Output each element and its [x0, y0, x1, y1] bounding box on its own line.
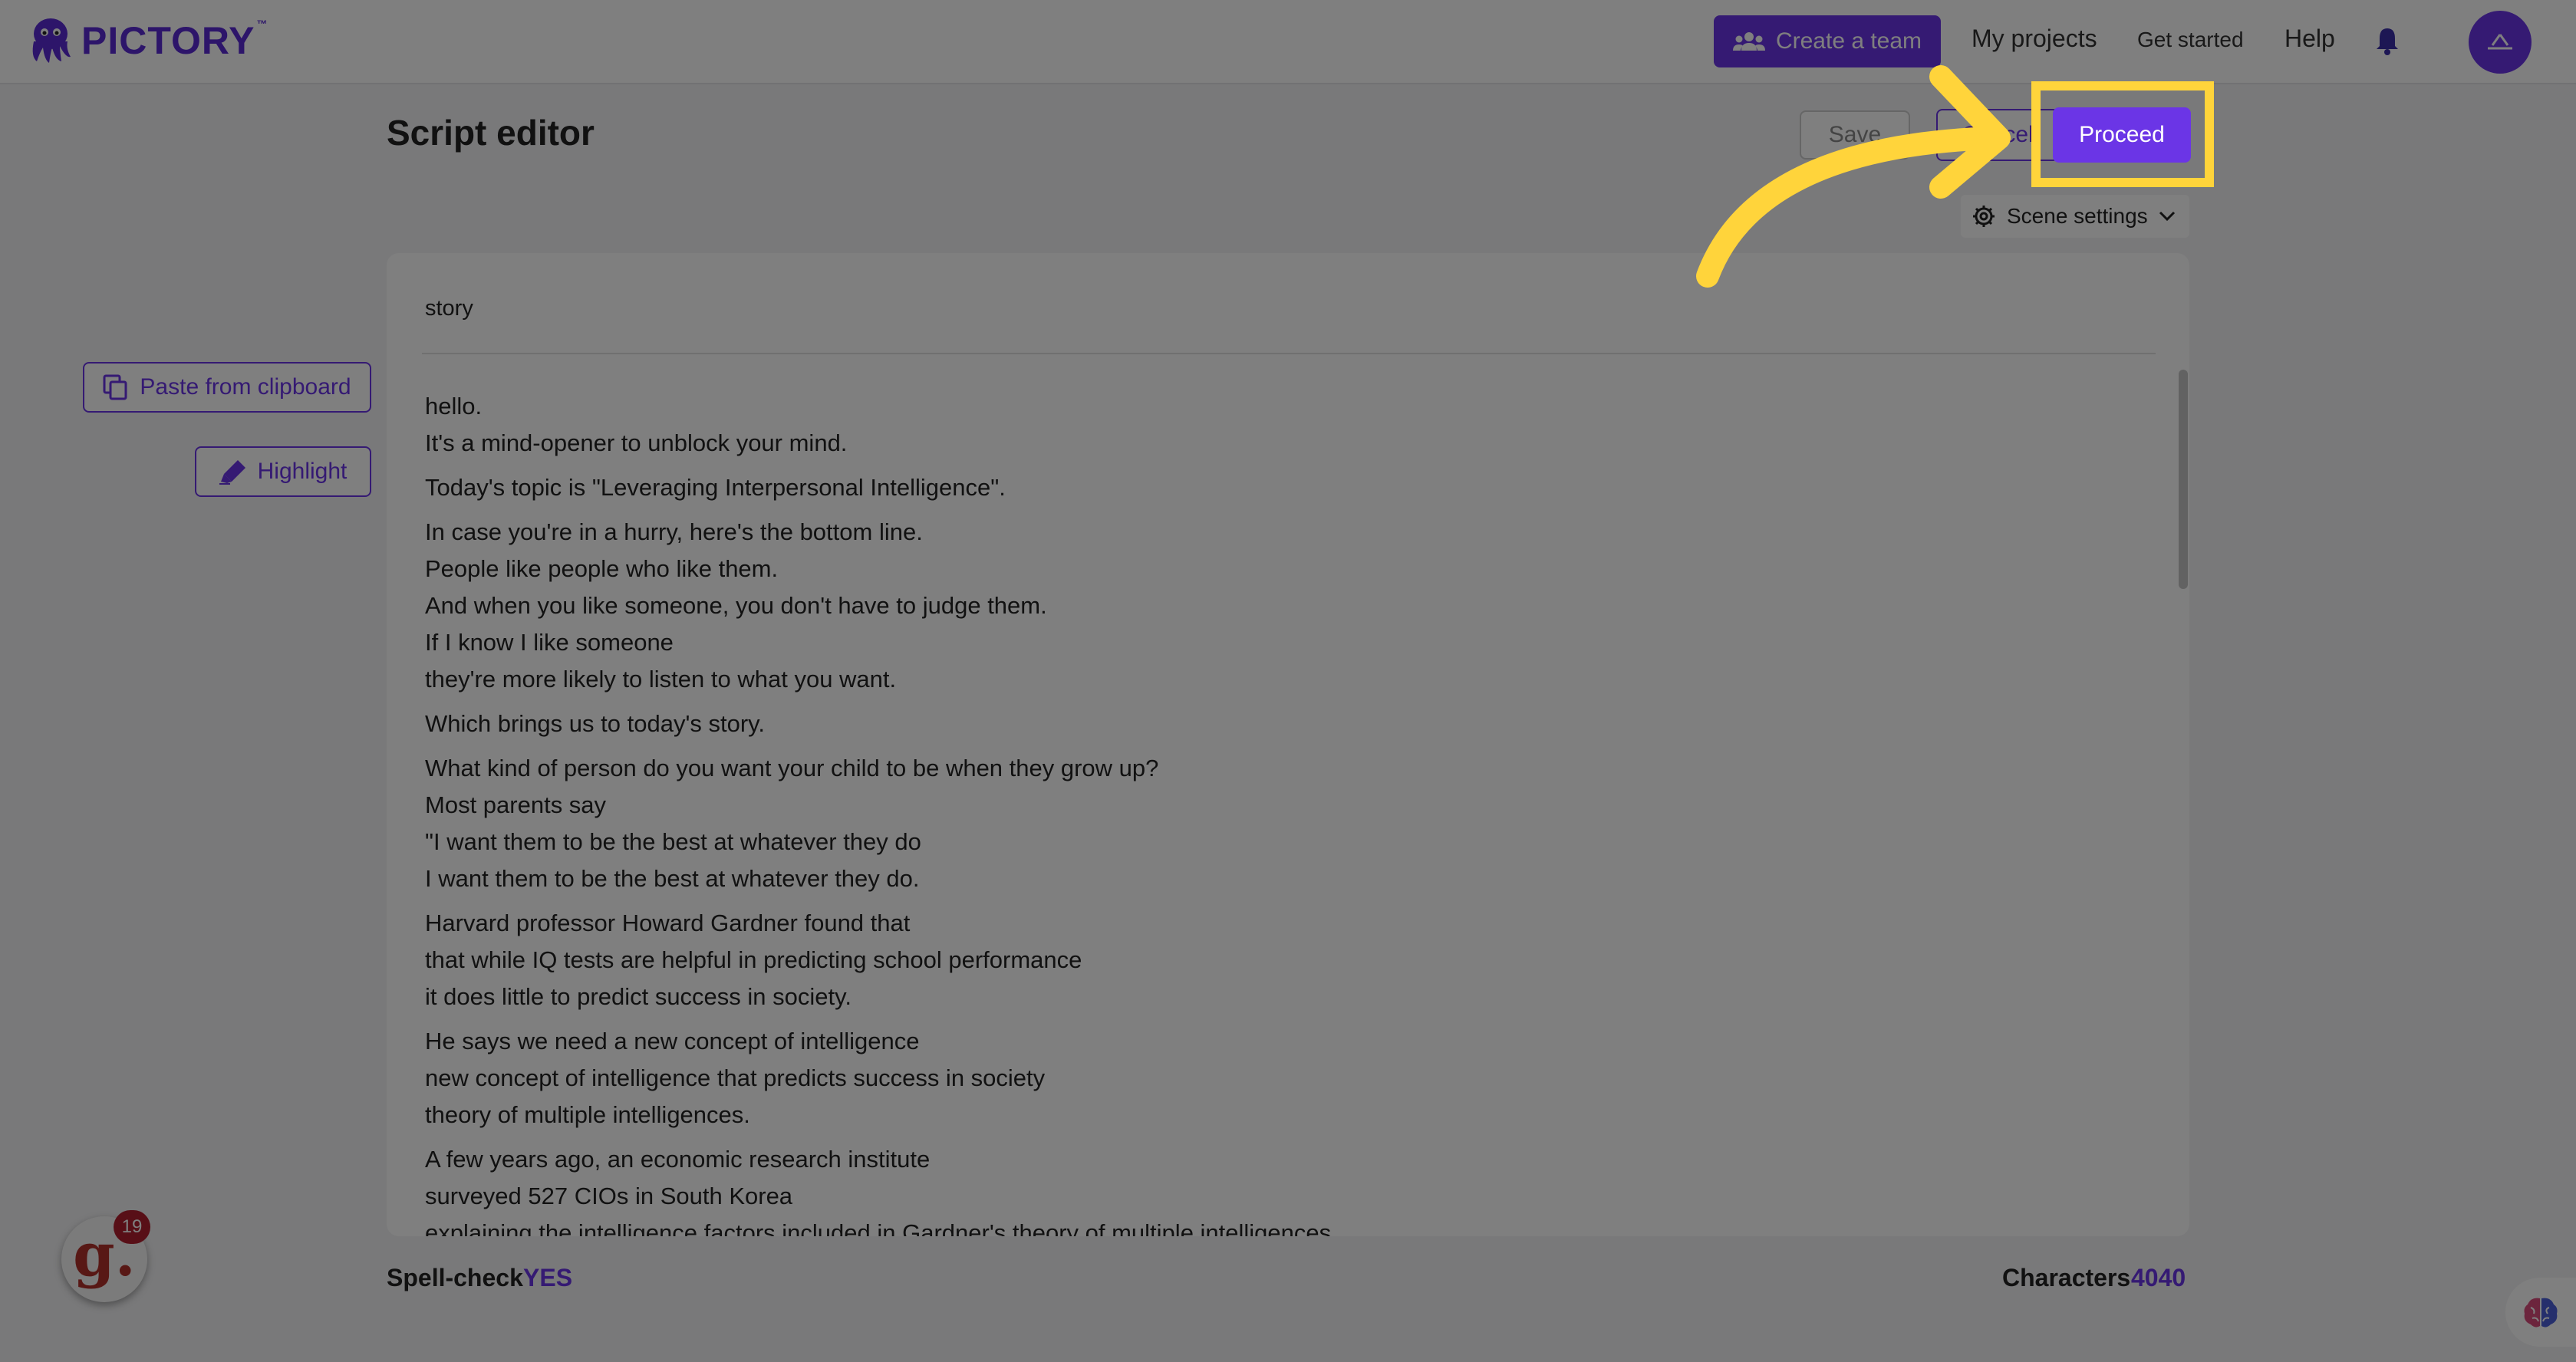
create-team-label: Create a team: [1775, 28, 1922, 54]
script-line[interactable]: If I know I like someone: [425, 624, 2113, 661]
scrollbar-thumb[interactable]: [2179, 370, 2188, 589]
notification-badge: 19: [114, 1210, 150, 1244]
script-paragraph[interactable]: He says we need a new concept of intelli…: [425, 1023, 2113, 1133]
script-line[interactable]: A few years ago, an economic research in…: [425, 1141, 2113, 1178]
script-paragraph[interactable]: A few years ago, an economic research in…: [425, 1141, 2113, 1236]
script-line[interactable]: Today's topic is "Leveraging Interperson…: [425, 469, 2113, 506]
avatar-icon: [2488, 34, 2512, 50]
cancel-button[interactable]: Cancel: [1936, 109, 2059, 161]
logo[interactable]: PICTORY ™: [26, 14, 267, 67]
script-line[interactable]: Harvard professor Howard Gardner found t…: [425, 905, 2113, 942]
script-line[interactable]: I want them to be the best at whatever t…: [425, 860, 2113, 897]
top-bar: PICTORY ™ Create a team My projects Get …: [0, 0, 2576, 84]
script-line[interactable]: new concept of intelligence that predict…: [425, 1060, 2113, 1097]
highlight-label: Highlight: [257, 459, 348, 484]
script-line[interactable]: In case you're in a hurry, here's the bo…: [425, 514, 2113, 551]
copy-icon: [103, 374, 127, 400]
script-paragraph[interactable]: Harvard professor Howard Gardner found t…: [425, 905, 2113, 1015]
brand-trademark: ™: [256, 18, 268, 30]
brain-icon: [2524, 1298, 2558, 1327]
team-icon: [1732, 32, 1765, 51]
highlight-button[interactable]: Highlight: [195, 446, 371, 497]
script-line[interactable]: hello.: [425, 388, 2113, 425]
script-line[interactable]: theory of multiple intelligences.: [425, 1097, 2113, 1133]
bell-icon[interactable]: [2375, 26, 2400, 55]
story-title[interactable]: story: [425, 296, 473, 321]
proceed-button-spotlight[interactable]: Proceed: [2053, 107, 2191, 163]
help-link[interactable]: Help: [2284, 25, 2335, 53]
chevron-down-icon: [2159, 211, 2175, 222]
script-line[interactable]: explaining the intelligence factors incl…: [425, 1215, 2113, 1236]
octopus-logo-icon: [32, 18, 71, 63]
characters-label: Characters: [2002, 1264, 2131, 1291]
highlighter-icon: [219, 460, 245, 485]
page-title: Script editor: [387, 113, 595, 153]
get-started-link[interactable]: Get started: [2137, 28, 2244, 52]
spell-check-label: Spell-check: [387, 1264, 523, 1291]
script-paragraph[interactable]: Which brings us to today's story.: [425, 706, 2113, 742]
brain-helper-tab[interactable]: [2505, 1278, 2576, 1347]
editor-divider: [422, 353, 2156, 354]
script-line[interactable]: surveyed 527 CIOs in South Korea: [425, 1178, 2113, 1215]
script-line[interactable]: they're more likely to listen to what yo…: [425, 661, 2113, 698]
script-paragraph[interactable]: In case you're in a hurry, here's the bo…: [425, 514, 2113, 698]
script-text-area[interactable]: hello. It's a mind-opener to unblock your…: [425, 388, 2113, 1236]
paste-label: Paste from clipboard: [140, 374, 351, 400]
my-projects-link[interactable]: My projects: [1972, 25, 2097, 53]
script-line[interactable]: And when you like someone, you don't hav…: [425, 587, 2113, 624]
scene-settings-dropdown[interactable]: Scene settings: [1961, 195, 2189, 238]
gear-icon: [1973, 206, 1995, 227]
characters-count: 4040: [2131, 1264, 2186, 1291]
script-paragraph[interactable]: hello. It's a mind-opener to unblock your…: [425, 388, 2113, 462]
spell-check-toggle[interactable]: YES: [523, 1264, 572, 1292]
scene-settings-label: Scene settings: [2007, 204, 2148, 228]
script-line[interactable]: "I want them to be the best at whatever …: [425, 824, 2113, 860]
script-line[interactable]: Most parents say: [425, 787, 2113, 824]
script-line[interactable]: What kind of person do you want your chi…: [425, 750, 2113, 787]
script-line[interactable]: it does little to predict success in soc…: [425, 979, 2113, 1015]
brand-name: PICTORY: [81, 19, 255, 62]
script-line[interactable]: He says we need a new concept of intelli…: [425, 1023, 2113, 1060]
script-paragraph[interactable]: Today's topic is "Leveraging Interperson…: [425, 469, 2113, 506]
script-line[interactable]: People like people who like them.: [425, 551, 2113, 587]
script-paragraph[interactable]: What kind of person do you want your chi…: [425, 750, 2113, 897]
create-team-button[interactable]: Create a team: [1714, 15, 1941, 67]
save-button[interactable]: Save: [1800, 110, 1910, 160]
script-editor-panel: story hello. It's a mind-opener to unbloc…: [387, 253, 2189, 1236]
script-line[interactable]: Which brings us to today's story.: [425, 706, 2113, 742]
paste-from-clipboard-button[interactable]: Paste from clipboard: [83, 362, 371, 413]
avatar[interactable]: [2469, 11, 2532, 74]
script-line[interactable]: that while IQ tests are helpful in predi…: [425, 942, 2113, 979]
script-line[interactable]: It's a mind-opener to unblock your mind.: [425, 425, 2113, 462]
